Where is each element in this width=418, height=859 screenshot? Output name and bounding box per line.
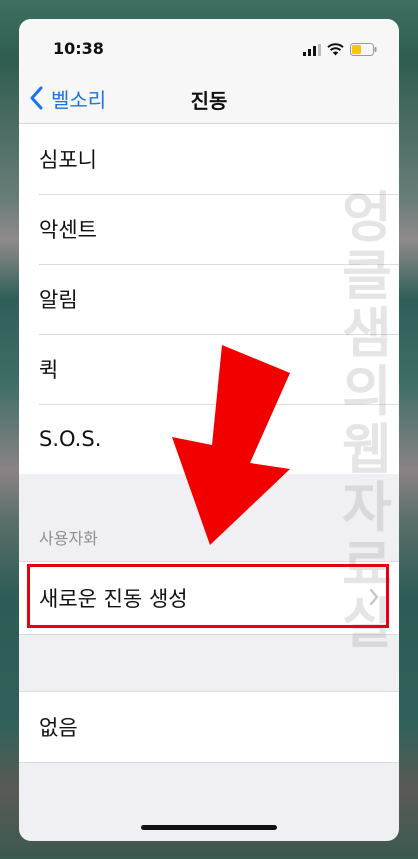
list-item-sos[interactable]: S.O.S.: [19, 404, 399, 474]
create-new-vibration-label: 새로운 진동 생성: [39, 587, 188, 611]
list-item-symphony[interactable]: 심포니: [19, 124, 399, 194]
list-item-alert[interactable]: 알림: [19, 264, 399, 334]
status-icons: [303, 41, 377, 60]
list-item-label: 알림: [39, 288, 78, 312]
custom-section: 새로운 진동 생성: [19, 561, 399, 635]
list-item-label: 심포니: [39, 148, 97, 172]
list-item-none[interactable]: 없음: [19, 692, 399, 762]
navigation-bar: 벨소리 진동: [19, 73, 399, 124]
list-item-accent[interactable]: 악센트: [19, 194, 399, 264]
list-item-label: 악센트: [39, 218, 97, 242]
list-item-label: S.O.S.: [39, 427, 102, 451]
section-header-custom: 사용자화: [39, 529, 98, 548]
battery-icon: [350, 41, 377, 60]
phone-screen: 10:38 벨소리 진동 심포니 악센트 알림 퀵 S.O.S. 사용자화 새로…: [19, 19, 399, 841]
wifi-icon: [327, 41, 344, 60]
create-new-vibration-button[interactable]: 새로운 진동 생성: [19, 562, 399, 634]
status-time: 10:38: [53, 39, 104, 58]
list-item-label: 퀵: [39, 358, 59, 382]
chevron-right-icon: [369, 588, 379, 606]
list-item-quick[interactable]: 퀵: [19, 334, 399, 404]
list-item-label: 없음: [39, 716, 78, 740]
status-bar: 10:38: [19, 19, 399, 73]
signal-icon: [303, 41, 321, 60]
home-indicator[interactable]: [141, 825, 277, 830]
page-title: 진동: [190, 89, 228, 113]
none-section: 없음: [19, 691, 399, 763]
vibration-pattern-list: 심포니 악센트 알림 퀵 S.O.S.: [19, 124, 399, 474]
